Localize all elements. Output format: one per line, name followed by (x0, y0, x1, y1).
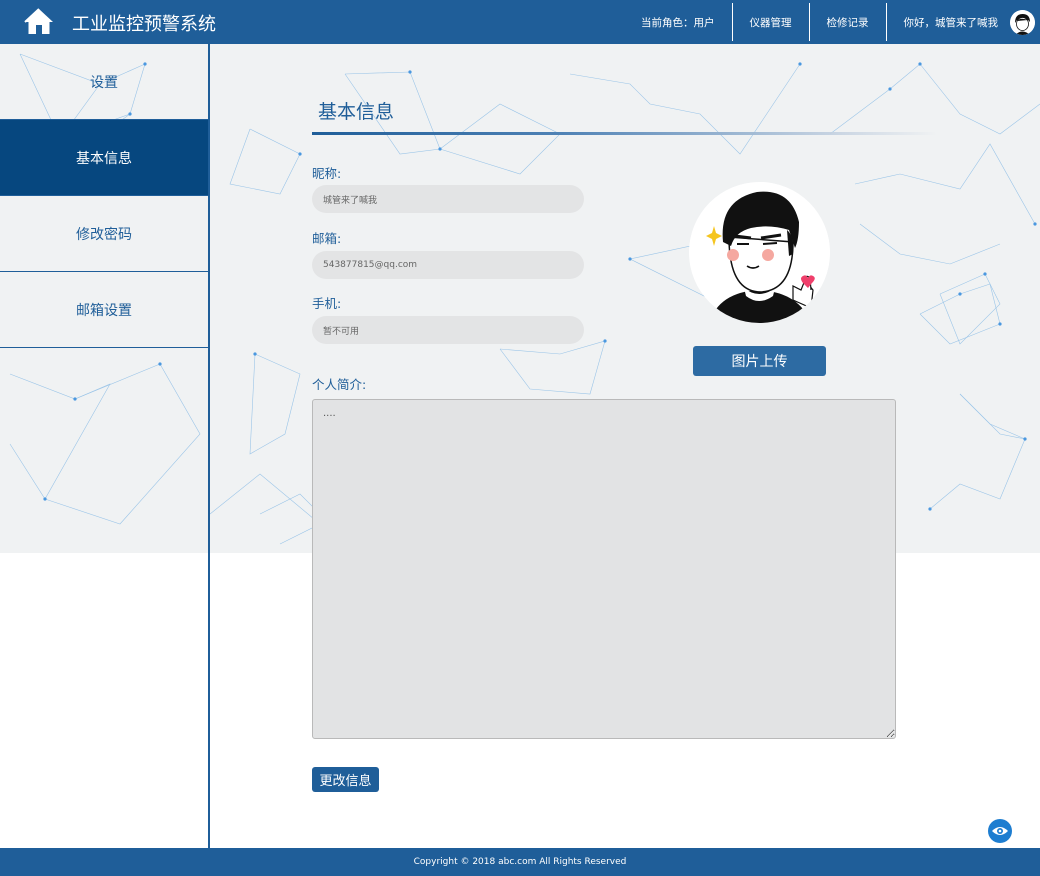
footer: Copyright © 2018 abc.com All Rights Rese… (0, 848, 1040, 876)
email-label: 邮箱: (312, 231, 342, 246)
update-info-button[interactable]: 更改信息 (312, 767, 379, 792)
greeting-text: 你好，城管来了喊我 (903, 16, 999, 29)
phone-label: 手机: (312, 296, 342, 311)
sidebar-item-email-settings[interactable]: 邮箱设置 (0, 272, 208, 348)
copyright-text: Copyright © 2018 abc.com All Rights Rese… (413, 857, 627, 867)
bio-textarea[interactable]: .... (312, 399, 896, 739)
nav-inspection-records[interactable]: 检修记录 (808, 3, 886, 41)
title-divider (312, 132, 937, 135)
top-nav: 当前角色：用户 仪器管理 检修记录 你好，城管来了喊我 (628, 0, 1035, 44)
user-greeting[interactable]: 你好，城管来了喊我 (885, 3, 1009, 41)
nickname-input[interactable] (312, 185, 584, 213)
sidebar-item-basic-info[interactable]: 基本信息 (0, 120, 208, 196)
top-navbar: 工业监控预警系统 当前角色：用户 仪器管理 检修记录 你好，城管来了喊我 (0, 0, 1040, 44)
eye-icon[interactable] (988, 819, 1012, 843)
sidebar-item-change-password[interactable]: 修改密码 (0, 196, 208, 272)
avatar-image (689, 182, 830, 323)
upload-image-button[interactable]: 图片上传 (693, 346, 826, 376)
home-icon[interactable] (24, 7, 54, 35)
email-input[interactable] (312, 251, 584, 279)
app-title: 工业监控预警系统 (72, 14, 216, 35)
bio-label: 个人简介: (312, 377, 367, 392)
nav-instrument-management[interactable]: 仪器管理 (731, 3, 809, 41)
page-title: 基本信息 (318, 101, 395, 123)
phone-input[interactable] (312, 316, 584, 344)
user-avatar[interactable] (1010, 9, 1035, 35)
nickname-label: 昵称: (312, 166, 342, 181)
current-role-label: 当前角色：用户 (641, 16, 715, 29)
sidebar: 设置 基本信息 修改密码 邮箱设置 (0, 44, 210, 848)
sidebar-item-settings[interactable]: 设置 (0, 44, 208, 120)
